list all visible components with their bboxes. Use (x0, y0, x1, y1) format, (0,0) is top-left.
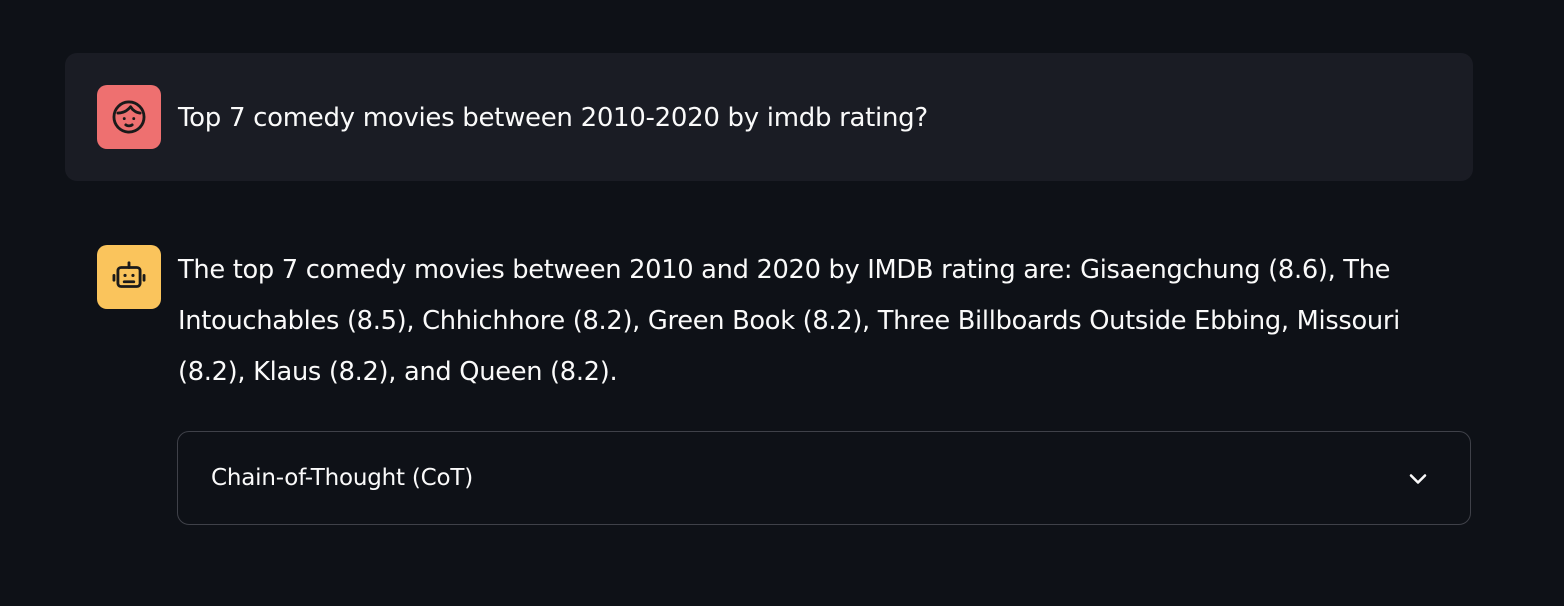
robot-icon (112, 261, 146, 288)
chevron-down-icon[interactable] (1404, 465, 1432, 493)
user-avatar (97, 85, 161, 149)
assistant-avatar (97, 245, 161, 309)
user-message-text: Top 7 comedy movies between 2010-2020 by… (178, 103, 928, 133)
assistant-message-text: The top 7 comedy movies between 2010 and… (178, 255, 1401, 387)
user-face-icon (112, 100, 146, 134)
expander-label: Chain-of-Thought (CoT) (211, 465, 474, 491)
chain-of-thought-expander[interactable]: Chain-of-Thought (CoT) (177, 431, 1471, 525)
